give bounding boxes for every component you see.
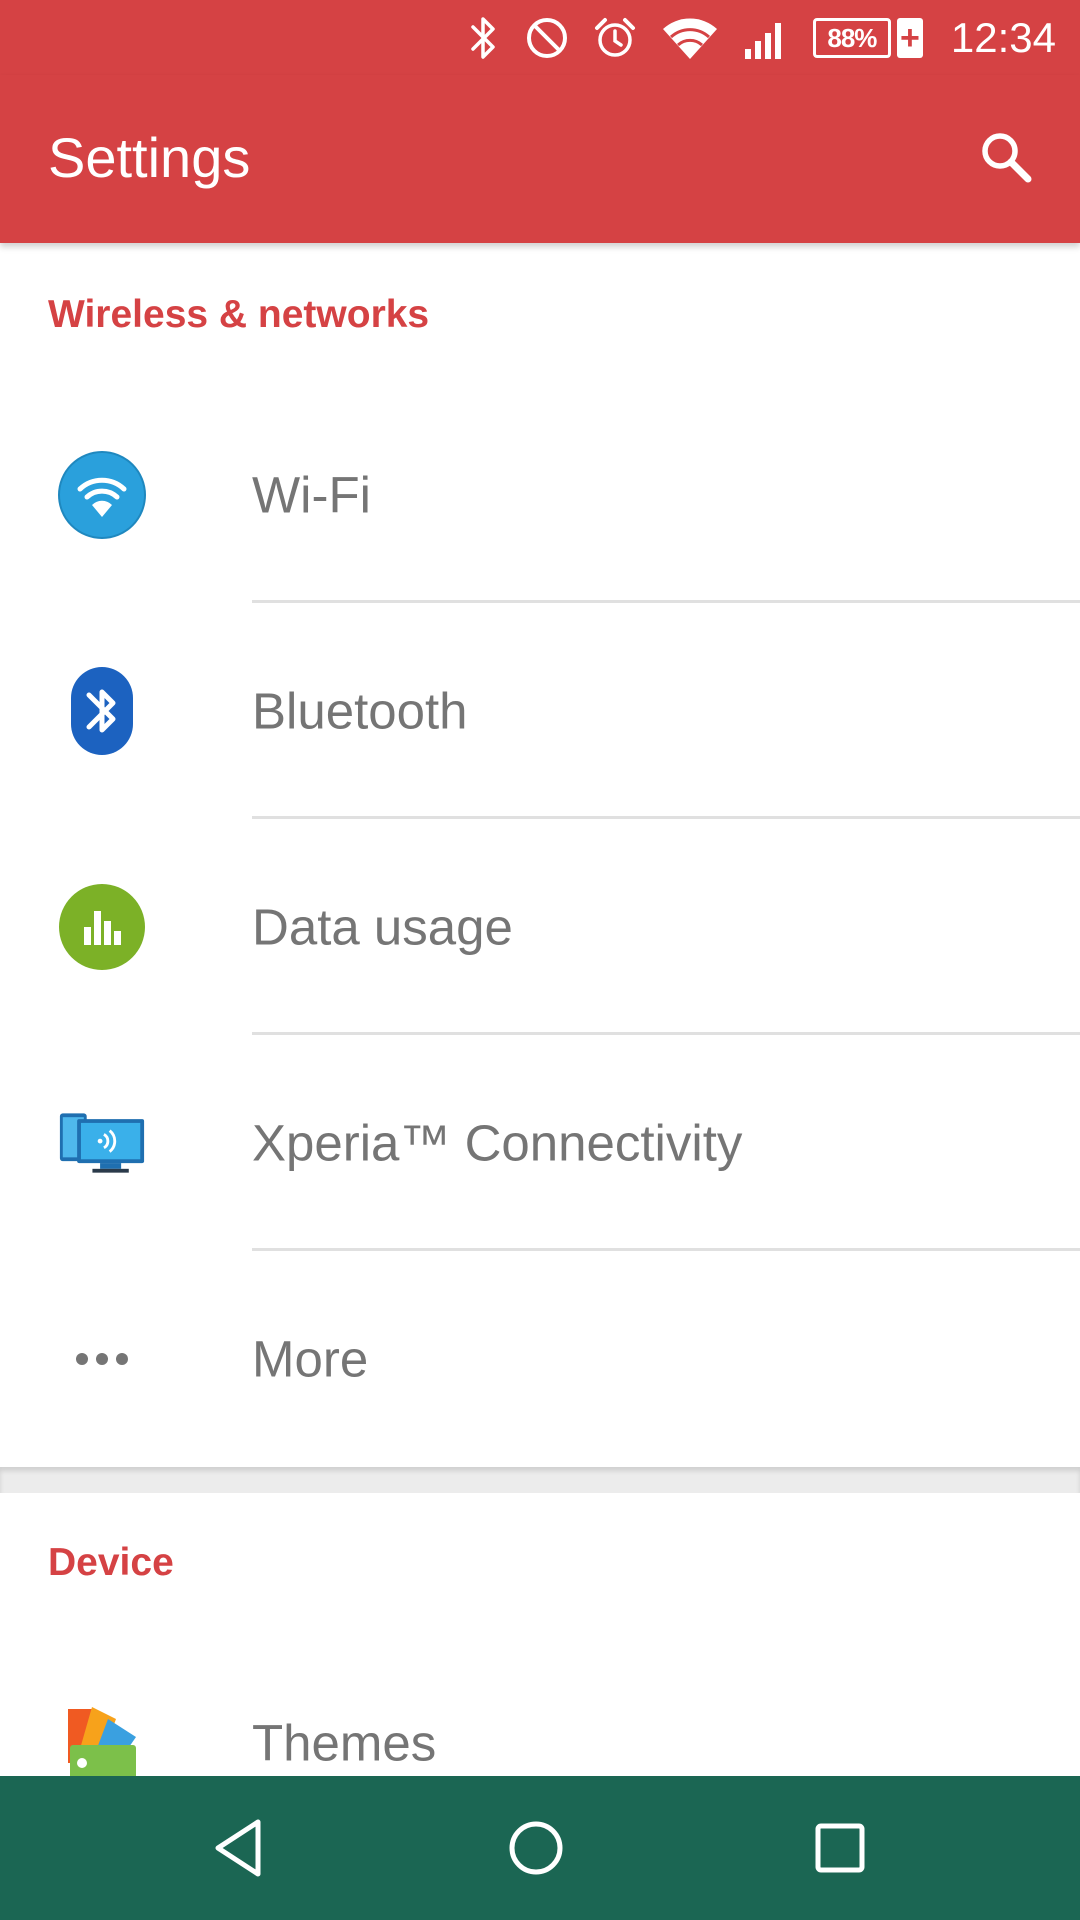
wifi-icon bbox=[58, 451, 146, 539]
home-button[interactable] bbox=[496, 1808, 576, 1888]
more-icon bbox=[58, 1315, 146, 1403]
recents-icon bbox=[815, 1823, 865, 1873]
section-header-device: Device bbox=[48, 1541, 174, 1584]
navigation-bar bbox=[0, 1776, 1080, 1920]
settings-item-label: Themes bbox=[252, 1714, 437, 1772]
settings-item-label: Xperia™ Connectivity bbox=[252, 1114, 743, 1172]
bluetooth-status-icon bbox=[467, 15, 501, 61]
battery-charging-indicator: + bbox=[896, 18, 923, 58]
themes-icon bbox=[58, 1699, 146, 1776]
cell-signal-icon bbox=[743, 15, 789, 61]
settings-item-data-usage[interactable]: Data usage bbox=[0, 819, 1080, 1035]
recents-button[interactable] bbox=[800, 1808, 880, 1888]
settings-item-label: Wi-Fi bbox=[252, 466, 371, 524]
settings-item-xperia-connectivity[interactable]: Xperia™ Connectivity bbox=[0, 1035, 1080, 1251]
section-divider bbox=[0, 1467, 1080, 1493]
search-icon bbox=[982, 133, 1032, 183]
settings-item-label: More bbox=[252, 1330, 369, 1388]
settings-item-wifi[interactable]: Wi-Fi bbox=[0, 387, 1080, 603]
app-bar: Settings bbox=[0, 75, 1080, 243]
settings-item-themes[interactable]: Themes bbox=[0, 1635, 1080, 1776]
wifi-signal-icon bbox=[661, 15, 719, 61]
data-usage-icon bbox=[58, 883, 146, 971]
battery-icon: 88% + bbox=[812, 18, 923, 58]
xperia-connectivity-icon bbox=[58, 1099, 146, 1187]
do-not-disturb-icon bbox=[525, 16, 569, 60]
settings-screen: 88% + 12:34 Settings Wireless & networks bbox=[0, 0, 1080, 1920]
back-button[interactable] bbox=[200, 1808, 280, 1888]
section-header-wireless: Wireless & networks bbox=[48, 293, 430, 336]
settings-item-label: Bluetooth bbox=[252, 682, 468, 740]
battery-percent: 88% bbox=[812, 18, 891, 58]
home-icon bbox=[509, 1821, 563, 1875]
page-title: Settings bbox=[48, 126, 251, 189]
settings-item-bluetooth[interactable]: Bluetooth bbox=[0, 603, 1080, 819]
status-clock: 12:34 bbox=[950, 14, 1056, 61]
back-icon bbox=[215, 1819, 261, 1877]
settings-item-label: Data usage bbox=[252, 898, 513, 956]
settings-list: Wireless & networks Wi-Fi Bluetooth Data… bbox=[0, 243, 1080, 1776]
alarm-icon bbox=[593, 16, 637, 60]
status-bar: 88% + 12:34 bbox=[0, 0, 1080, 75]
bluetooth-icon bbox=[58, 667, 146, 755]
settings-item-more[interactable]: More bbox=[0, 1251, 1080, 1467]
status-icons: 88% + 12:34 bbox=[467, 12, 1056, 64]
search-button[interactable] bbox=[968, 119, 1044, 195]
